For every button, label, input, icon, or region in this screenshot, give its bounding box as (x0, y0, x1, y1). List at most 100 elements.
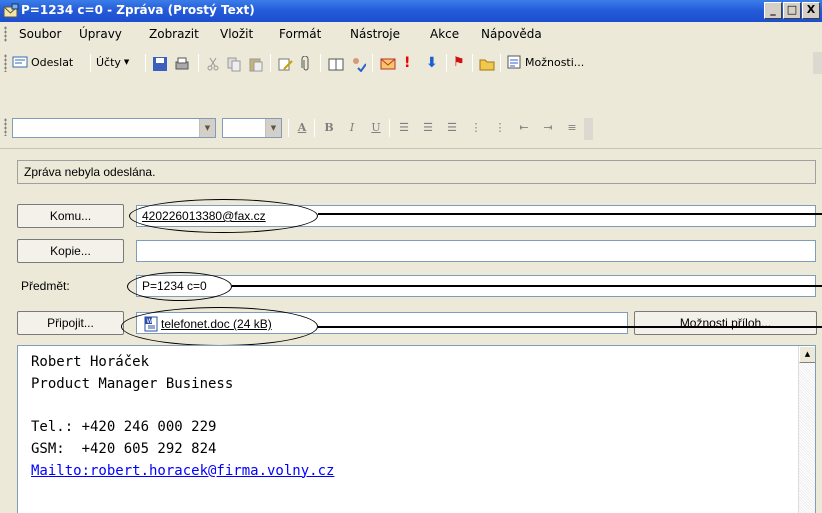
font-select[interactable]: ▼ (12, 118, 216, 138)
send-label: Odeslat (31, 55, 74, 69)
separator (320, 54, 321, 72)
align-right-icon[interactable]: ☰ (442, 118, 462, 138)
to-button[interactable]: Komu... (17, 204, 124, 228)
attachment-options-button[interactable]: Možnosti příloh... (634, 311, 817, 335)
maximize-button[interactable]: □ (783, 2, 801, 19)
body-line: ​ (31, 395, 334, 417)
menu-vlozit[interactable]: Vložit (220, 27, 253, 41)
separator (288, 119, 289, 137)
toolbar-overflow[interactable] (813, 52, 822, 74)
body-line: Robert Horáček (31, 354, 150, 370)
close-button[interactable]: X (802, 2, 820, 19)
separator (314, 119, 315, 137)
separator (145, 54, 146, 72)
window-title: P=1234 c=0 - Zpráva (Prostý Text) (21, 3, 255, 17)
align-center-icon[interactable]: ☰ (418, 118, 438, 138)
menu-nastroje[interactable]: Nástroje (350, 27, 400, 41)
cc-button[interactable]: Kopie... (17, 239, 124, 263)
attach-button[interactable]: Připojit... (17, 311, 124, 335)
body-line: Product Manager Business (31, 375, 234, 392)
menu-napoveda[interactable]: Nápověda (481, 27, 542, 41)
increase-indent-icon[interactable]: ⇥ (538, 118, 558, 138)
paperclip-icon[interactable] (298, 56, 314, 72)
svg-text:W: W (147, 318, 153, 325)
options-button[interactable]: Možnosti... (506, 52, 584, 72)
separator (372, 54, 373, 72)
accounts-button[interactable]: Účty ▼ (96, 52, 129, 72)
chevron-down-icon: ▼ (265, 119, 281, 137)
cc-field[interactable] (136, 240, 816, 262)
separator (446, 54, 447, 72)
vertical-scrollbar[interactable]: ▲ (798, 346, 815, 513)
body-line: GSM: +420 605 292 824 (31, 440, 217, 457)
title-bar: P=1234 c=0 - Zpráva (Prostý Text) _ □ X (0, 0, 822, 22)
grip-icon (4, 26, 7, 42)
font-color-button[interactable]: A (292, 118, 312, 138)
flag-icon[interactable]: ⚑ (453, 55, 465, 70)
attachment-field[interactable]: W telefonet.doc (24 kB) (136, 312, 628, 334)
separator (270, 54, 271, 72)
numbering-icon[interactable]: ⋮ (490, 118, 510, 138)
menu-format[interactable]: Formát (279, 27, 321, 41)
message-icon (3, 3, 19, 18)
edit-icon[interactable] (277, 56, 293, 72)
folder-icon[interactable] (479, 56, 495, 72)
menu-akce[interactable]: Akce (430, 27, 459, 41)
separator (389, 119, 390, 137)
chevron-down-icon: ▼ (123, 58, 130, 66)
info-bar: Zpráva nebyla odeslána. (17, 160, 816, 184)
cut-icon[interactable] (205, 56, 221, 72)
scroll-up-icon[interactable]: ▲ (799, 346, 815, 363)
separator (472, 54, 473, 72)
menu-bar: Soubor Úpravy Zobrazit Vložit Formát Nás… (0, 22, 822, 46)
bold-button[interactable]: B (319, 118, 339, 138)
print-icon[interactable] (174, 56, 190, 72)
send-icon (12, 56, 28, 68)
standard-toolbar: Odeslat Účty ▼ ! ⬇ ⚑ Možnosti... (0, 46, 822, 78)
attachment-item[interactable]: W telefonet.doc (24 kB) (143, 316, 272, 332)
send-button[interactable]: Odeslat (12, 52, 73, 72)
message-body[interactable]: Robert Horáček Product Manager Business ​ T… (17, 345, 816, 513)
annotation-line (232, 285, 822, 287)
toolbar-overflow[interactable] (584, 118, 593, 140)
italic-button[interactable]: I (342, 118, 362, 138)
underline-button[interactable]: U (366, 118, 386, 138)
address-book-icon[interactable] (328, 56, 344, 72)
annotation-line (318, 326, 822, 328)
separator (500, 54, 501, 72)
paste-icon[interactable] (248, 56, 264, 72)
to-field[interactable]: 420226013380@fax.cz (136, 205, 816, 227)
save-icon[interactable] (152, 56, 168, 72)
low-importance-icon[interactable]: ⬇ (426, 55, 438, 71)
minimize-button[interactable]: _ (764, 2, 782, 19)
divider (0, 148, 822, 149)
high-importance-icon[interactable]: ! (404, 55, 410, 71)
body-line: Tel.: +420 246 000 229 (31, 419, 217, 436)
menu-upravy[interactable]: Úpravy (79, 27, 122, 41)
align-left-icon[interactable]: ☰ (394, 118, 414, 138)
accounts-label: Účty (96, 55, 121, 69)
attachment-label: telefonet.doc (24 kB) (161, 317, 272, 331)
email-link[interactable]: Mailto:robert.horacek@firma.volny.cz (31, 461, 334, 483)
line-style-icon[interactable]: ≡ (562, 118, 582, 138)
font-size-select[interactable]: ▼ (222, 118, 282, 138)
grip-icon (4, 54, 7, 72)
copy-icon[interactable] (226, 56, 242, 72)
signature-icon[interactable] (380, 56, 396, 72)
grip-icon (4, 118, 7, 136)
recipient-address: 420226013380@fax.cz (142, 209, 266, 223)
decrease-indent-icon[interactable]: ⇤ (514, 118, 534, 138)
check-names-icon[interactable] (350, 56, 366, 72)
body-text: Robert Horáček Product Manager Business ​ T… (31, 352, 334, 482)
chevron-down-icon: ▼ (199, 119, 215, 137)
menu-soubor[interactable]: Soubor (19, 27, 61, 41)
separator (198, 54, 199, 72)
menu-zobrazit[interactable]: Zobrazit (149, 27, 199, 41)
separator (90, 54, 91, 72)
word-document-icon: W (144, 316, 158, 332)
options-icon (507, 55, 521, 69)
subject-label: Předmět: (21, 279, 70, 293)
annotation-line (318, 213, 822, 215)
options-label: Možnosti... (525, 55, 585, 69)
bullets-icon[interactable]: ⋮ (466, 118, 486, 138)
